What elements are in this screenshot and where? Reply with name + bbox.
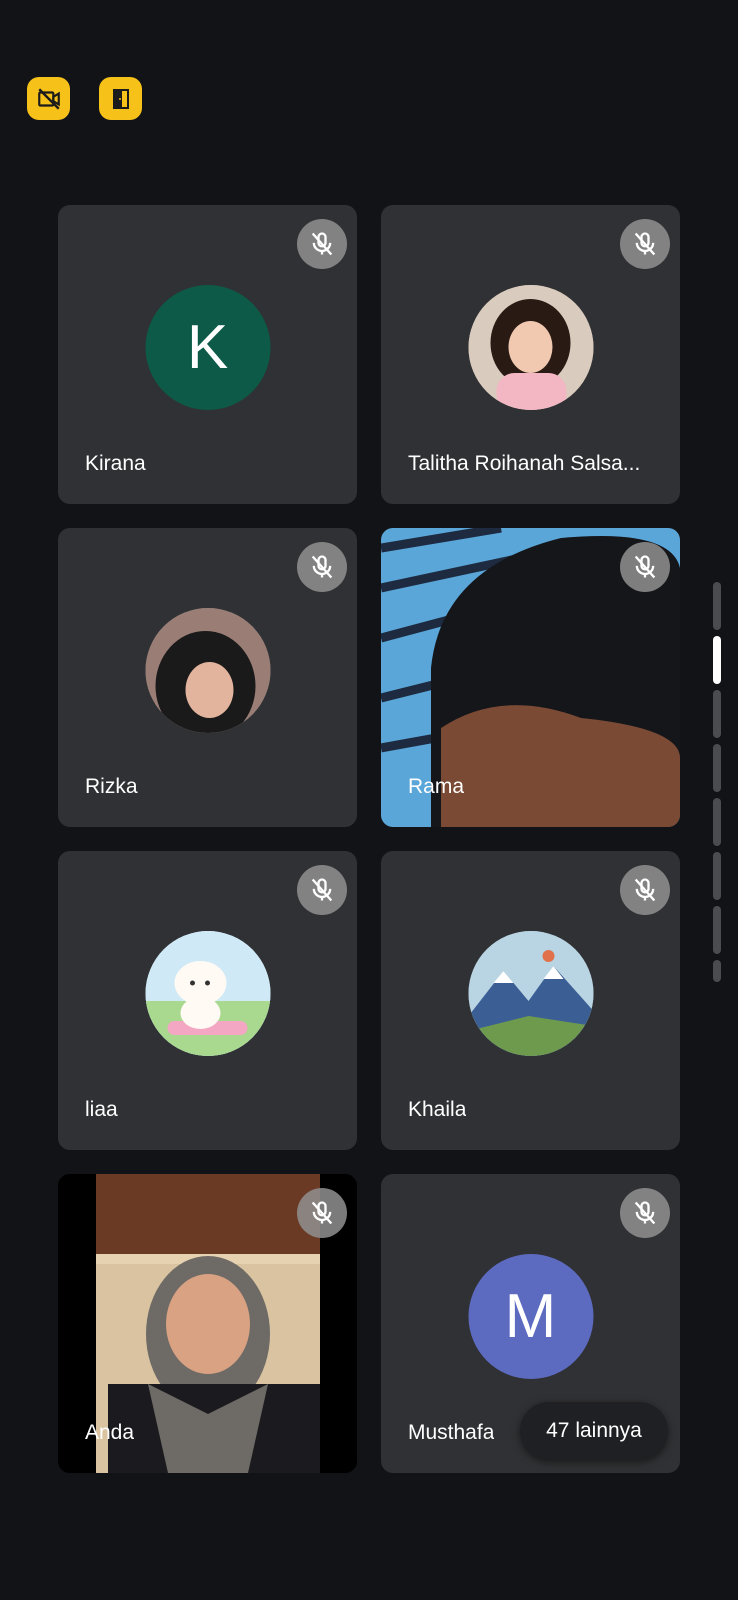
avatar: K bbox=[145, 284, 270, 410]
participant-name: Rizka bbox=[85, 775, 138, 798]
participant-tile-liaa[interactable]: liaa bbox=[58, 851, 357, 1150]
mic-off-icon bbox=[620, 1188, 670, 1238]
door-icon bbox=[112, 88, 129, 109]
participant-name: Khaila bbox=[408, 1098, 467, 1121]
participant-tile-talitha[interactable]: Talitha Roihanah Salsa... bbox=[381, 205, 680, 504]
mic-off-icon bbox=[297, 1188, 347, 1238]
participant-name: Talitha Roihanah Salsa... bbox=[408, 452, 641, 475]
avatar-initial: K bbox=[186, 312, 229, 382]
avatar-photo bbox=[145, 930, 270, 1056]
participant-tile-khaila[interactable]: Khaila bbox=[381, 851, 680, 1150]
participant-tile-rizka[interactable]: Rizka bbox=[58, 528, 357, 827]
camera-off-icon bbox=[37, 87, 60, 110]
mic-off-icon bbox=[620, 865, 670, 915]
avatar-initial: M bbox=[504, 1281, 557, 1351]
participant-name: Anda bbox=[85, 1421, 135, 1444]
mic-off-icon bbox=[297, 865, 347, 915]
camera-off-button[interactable] bbox=[27, 77, 70, 120]
participant-tile-kirana[interactable]: K Kirana bbox=[58, 205, 357, 504]
leave-door-button[interactable] bbox=[99, 77, 142, 120]
participant-tile-anda[interactable]: Anda bbox=[58, 1174, 357, 1473]
avatar-photo bbox=[468, 284, 593, 410]
participant-name: Rama bbox=[408, 775, 465, 798]
participant-tile-rama[interactable]: Rama bbox=[381, 528, 680, 827]
participant-name: Musthafa bbox=[408, 1421, 495, 1444]
avatar-photo bbox=[468, 930, 593, 1056]
mic-off-icon bbox=[297, 542, 347, 592]
mic-off-icon bbox=[620, 542, 670, 592]
participant-name: Kirana bbox=[85, 452, 146, 475]
more-participants-button[interactable]: 47 lainnya bbox=[520, 1402, 668, 1460]
page-indicator[interactable] bbox=[713, 582, 721, 982]
mic-off-icon bbox=[620, 219, 670, 269]
mic-off-icon bbox=[297, 219, 347, 269]
avatar: M bbox=[468, 1253, 593, 1379]
avatar-photo bbox=[145, 607, 270, 733]
participant-name: liaa bbox=[85, 1098, 118, 1121]
